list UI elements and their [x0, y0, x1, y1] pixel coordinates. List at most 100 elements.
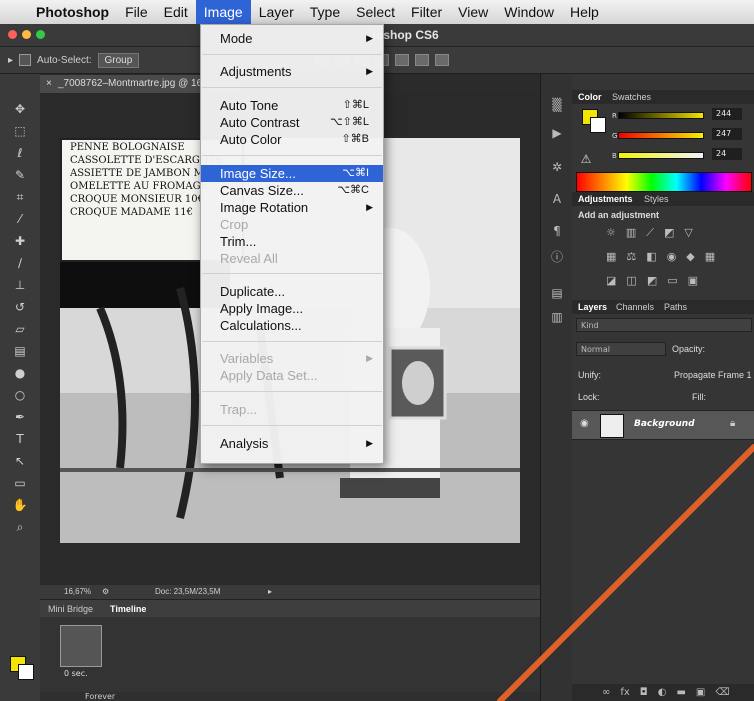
healing-brush-tool-icon[interactable]: ✚ — [11, 234, 29, 248]
new-adjustment-icon[interactable]: ◐ — [658, 687, 667, 698]
blue-value[interactable]: 24 — [712, 148, 742, 160]
character-icon[interactable]: A — [549, 192, 565, 206]
green-value[interactable]: 247 — [712, 128, 742, 140]
gradient-map-icon[interactable]: ▭ — [667, 274, 677, 288]
layer-row-background[interactable]: ◉ Background 🔒︎ — [572, 410, 754, 440]
menu-item-auto-tone[interactable]: Auto Tone ⇧⌘L — [201, 97, 383, 114]
selective-color-icon[interactable]: ▣ — [688, 274, 698, 288]
menu-view[interactable]: View — [450, 0, 496, 24]
menu-item-apply-image[interactable]: Apply Image... — [201, 300, 383, 317]
brush-presets-icon[interactable]: ✲ — [549, 160, 565, 174]
menu-select[interactable]: Select — [348, 0, 403, 24]
green-slider[interactable] — [618, 132, 704, 139]
frame-thumbnail[interactable] — [60, 625, 102, 667]
add-mask-icon[interactable]: ◘ — [640, 687, 648, 698]
exposure-icon[interactable]: ◩ — [664, 226, 674, 240]
tab-layers[interactable]: Layers — [578, 302, 607, 312]
pen-tool-icon[interactable]: ✒ — [11, 410, 29, 424]
menu-item-duplicate[interactable]: Duplicate... — [201, 283, 383, 300]
vibrance-icon[interactable]: ▽ — [684, 226, 692, 240]
menu-window[interactable]: Window — [496, 0, 562, 24]
color-panel-background[interactable] — [590, 117, 606, 133]
threshold-icon[interactable]: ◩ — [647, 274, 657, 288]
tab-channels[interactable]: Channels — [616, 302, 654, 312]
menu-item-analysis[interactable]: Analysis ▶ — [201, 435, 383, 452]
history-brush-tool-icon[interactable]: ↺ — [11, 300, 29, 314]
shape-tool-icon[interactable]: ▭ — [11, 476, 29, 490]
menu-image[interactable]: Image — [195, 0, 251, 24]
blend-mode-select[interactable]: Normal — [576, 342, 666, 356]
status-menu-arrow-icon[interactable]: ▸ — [268, 587, 272, 596]
tab-color[interactable]: Color — [578, 92, 602, 102]
tab-styles[interactable]: Styles — [644, 194, 669, 204]
blur-tool-icon[interactable]: ● — [11, 366, 29, 380]
lasso-tool-icon[interactable]: ℓ — [11, 146, 29, 160]
move-tool-icon[interactable]: ✥ — [11, 102, 29, 116]
posterize-icon[interactable]: ◫ — [626, 274, 636, 288]
black-white-icon[interactable]: ◧ — [646, 250, 656, 264]
crop-tool-icon[interactable]: ⌗ — [11, 190, 29, 204]
link-layers-icon[interactable]: ∞ — [602, 687, 610, 698]
brightness-icon[interactable]: ☼ — [606, 226, 616, 240]
minimize-window-button[interactable] — [22, 30, 31, 39]
stamp-tool-icon[interactable]: ⊥ — [11, 278, 29, 292]
close-document-icon[interactable]: × — [46, 75, 52, 93]
tab-paths[interactable]: Paths — [664, 302, 687, 312]
close-window-button[interactable] — [8, 30, 17, 39]
paragraph-icon[interactable]: ¶ — [549, 224, 565, 238]
layer-style-icon[interactable]: fx — [620, 687, 629, 698]
gamut-warning-icon[interactable]: ⚠ — [578, 152, 594, 166]
curves-icon[interactable]: ⟋ — [646, 226, 654, 240]
new-layer-icon[interactable]: ▣ — [696, 687, 705, 698]
status-settings-icon[interactable]: ⚙ — [102, 587, 109, 596]
align-center-icon[interactable] — [395, 54, 410, 66]
propagate-frame-checkbox[interactable]: Propagate Frame 1 — [674, 370, 752, 380]
path-selection-tool-icon[interactable]: ↖ — [11, 454, 29, 468]
color-lookup-icon[interactable]: ▦ — [705, 250, 715, 264]
blue-slider[interactable] — [618, 152, 704, 159]
channel-mixer-icon[interactable]: ◆ — [686, 250, 694, 264]
menu-item-auto-contrast[interactable]: Auto Contrast ⌥⇧⌘L — [201, 114, 383, 131]
menu-file[interactable]: File — [117, 0, 156, 24]
notes-icon[interactable]: ▥ — [549, 310, 565, 324]
auto-select-checkbox[interactable] — [19, 54, 32, 66]
background-color-swatch[interactable] — [18, 664, 34, 680]
menu-item-trim[interactable]: Trim... — [201, 233, 383, 250]
brush-tool-icon[interactable]: ∕ — [11, 256, 29, 270]
loop-select[interactable]: Forever — [85, 692, 115, 701]
new-group-icon[interactable]: ▬ — [676, 687, 685, 698]
red-slider[interactable] — [618, 112, 704, 119]
gradient-tool-icon[interactable]: ▤ — [11, 344, 29, 358]
menu-item-mode[interactable]: Mode ▶ — [201, 30, 383, 47]
color-spectrum[interactable] — [576, 172, 752, 192]
move-tool-icon[interactable]: ▸ — [8, 55, 13, 66]
quick-select-tool-icon[interactable]: ✎ — [11, 168, 29, 182]
hand-tool-icon[interactable]: ✋ — [11, 498, 29, 512]
menu-item-image-rotation[interactable]: Image Rotation ▶ — [201, 199, 383, 216]
tab-swatches[interactable]: Swatches — [612, 92, 651, 102]
menu-type[interactable]: Type — [302, 0, 348, 24]
zoom-level[interactable]: 16,67% — [64, 587, 91, 596]
hue-saturation-icon[interactable]: ▦ — [606, 250, 616, 264]
tab-timeline[interactable]: Timeline — [110, 604, 146, 614]
eyedropper-tool-icon[interactable]: ⁄ — [11, 212, 29, 226]
layer-name[interactable]: Background — [634, 419, 695, 429]
marquee-tool-icon[interactable]: ⬚ — [11, 124, 29, 138]
eraser-tool-icon[interactable]: ▱ — [11, 322, 29, 336]
menu-help[interactable]: Help — [562, 0, 607, 24]
distribute-icon[interactable] — [435, 54, 450, 66]
info-icon[interactable]: ⓘ — [549, 250, 565, 264]
menu-layer[interactable]: Layer — [251, 0, 302, 24]
frame-delay[interactable]: 0 sec. — [64, 669, 88, 678]
menu-edit[interactable]: Edit — [156, 0, 196, 24]
menu-filter[interactable]: Filter — [403, 0, 450, 24]
auto-select-mode-dropdown[interactable]: Group — [97, 52, 140, 68]
invert-icon[interactable]: ◪ — [606, 274, 616, 288]
color-balance-icon[interactable]: ⚖ — [626, 250, 636, 264]
layer-kind-filter[interactable]: Kind — [576, 318, 752, 332]
menu-app-photoshop[interactable]: Photoshop — [28, 0, 117, 24]
red-value[interactable]: 244 — [712, 108, 742, 120]
layer-comps-icon[interactable]: ▤ — [549, 286, 565, 300]
type-tool-icon[interactable]: T — [11, 432, 29, 446]
visibility-eye-icon[interactable]: ◉ — [580, 418, 589, 429]
